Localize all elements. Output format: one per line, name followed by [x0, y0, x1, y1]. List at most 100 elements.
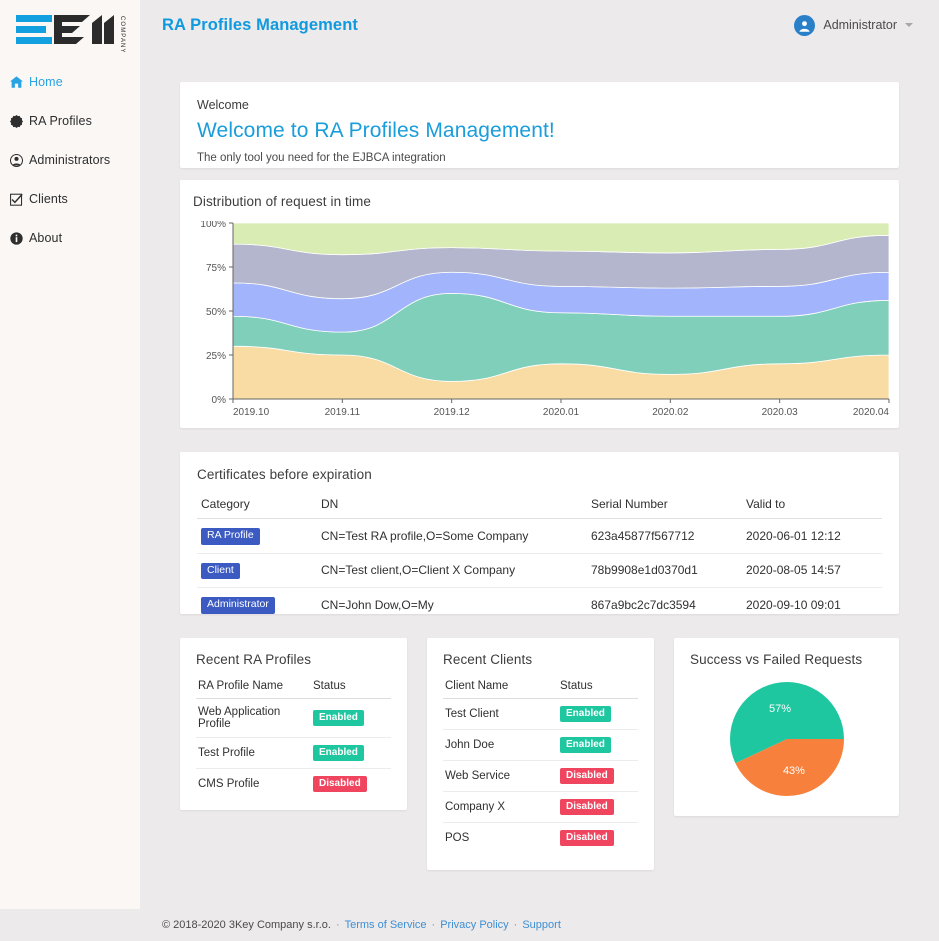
footer-link-terms-of-service[interactable]: Terms of Service [345, 919, 427, 931]
status-badge: RA Profile [201, 528, 260, 545]
success-vs-failed-card: Success vs Failed Requests 57% 43% [674, 638, 899, 816]
footer-link-support[interactable]: Support [522, 919, 561, 931]
sidebar-item-label: Clients [29, 192, 68, 206]
status-badge: Enabled [313, 710, 364, 726]
chevron-down-icon[interactable] [905, 23, 913, 27]
logo[interactable]: COMPANY [0, 0, 140, 56]
sidebar-item-label: RA Profiles [29, 114, 92, 128]
status-badge: Disabled [560, 830, 614, 846]
cell-name: CMS Profile [196, 769, 311, 800]
footer-separator: · [514, 919, 518, 931]
cell-name: Company X [443, 792, 558, 823]
sidebar-item-label: Administrators [29, 153, 110, 167]
y-axis-tick-label: 0% [212, 395, 227, 406]
table-row[interactable]: Client CN=Test client,O=Client X Company… [197, 553, 882, 588]
status-badge: Enabled [560, 737, 611, 753]
footer-separator: · [336, 919, 340, 931]
footer-copyright: © 2018-2020 3Key Company s.r.o. [162, 919, 331, 931]
cell-valid-to: 2020-08-05 14:57 [742, 553, 882, 588]
table-row[interactable]: Test Profile Enabled [196, 738, 391, 769]
pie-chart: 57% 43% [690, 677, 883, 801]
recent-clients-card: Recent Clients Client Name Status Test C… [427, 638, 654, 870]
status-badge: Disabled [560, 768, 614, 784]
sidebar-item-clients[interactable]: Clients [0, 187, 140, 211]
cell-serial-number: 867a9bc2c7dc3594 [587, 588, 742, 622]
footer-link-privacy-policy[interactable]: Privacy Policy [440, 919, 508, 931]
recent-ra-profiles-table: RA Profile Name Status Web Application P… [196, 675, 391, 799]
footer: © 2018-2020 3Key Company s.r.o. · Terms … [140, 909, 939, 941]
sidebar-item-about[interactable]: About [0, 226, 140, 250]
cell-status: Enabled [558, 730, 638, 761]
x-axis-tick-label: 2019.12 [434, 407, 471, 418]
table-header-row: Client Name Status [443, 675, 638, 699]
sidebar: COMPANY Home RA Profiles Admini [0, 0, 140, 909]
status-badge: Enabled [313, 745, 364, 761]
footer-separator: · [432, 919, 436, 931]
cell-status: Disabled [558, 792, 638, 823]
cell-category: Administrator [197, 588, 317, 622]
column-header-client-name: Client Name [443, 675, 558, 699]
sidebar-item-ra-profiles[interactable]: RA Profiles [0, 109, 140, 133]
cell-dn: CN=Test client,O=Client X Company [317, 553, 587, 588]
recent-clients-title: Recent Clients [443, 652, 638, 667]
cell-valid-to: 2020-09-10 09:01 [742, 588, 882, 622]
column-header-dn: DN [317, 491, 587, 519]
table-row[interactable]: CMS Profile Disabled [196, 769, 391, 800]
table-row[interactable]: POS Disabled [443, 823, 638, 854]
sidebar-item-home[interactable]: Home [0, 70, 140, 94]
cell-status: Disabled [558, 761, 638, 792]
cell-name: POS [443, 823, 558, 854]
pie-chart-svg: 57% 43% [725, 677, 849, 801]
cell-serial-number: 78b9908e1d0370d1 [587, 553, 742, 588]
recent-clients-table: Client Name Status Test Client Enabled J… [443, 675, 638, 853]
x-axis-tick-label: 2020.03 [762, 407, 799, 418]
table-row[interactable]: John Doe Enabled [443, 730, 638, 761]
sidebar-item-label: Home [29, 75, 63, 89]
status-badge: Disabled [560, 799, 614, 815]
pie-slice-label: 43% [782, 765, 804, 777]
avatar [794, 15, 815, 36]
table-header-row: Category DN Serial Number Valid to [197, 491, 882, 519]
page-title: RA Profiles Management [162, 16, 358, 35]
welcome-note: The only tool you need for the EJBCA int… [197, 152, 882, 164]
chart-title: Distribution of request in time [193, 194, 886, 209]
x-axis-tick-label: 2020.04 [853, 407, 890, 418]
pie-slice-label: 57% [769, 703, 791, 715]
table-row[interactable]: Administrator CN=John Dow,O=My 867a9bc2c… [197, 588, 882, 622]
column-header-valid-to: Valid to [742, 491, 882, 519]
certificates-card: Certificates before expiration Category … [180, 452, 899, 614]
sidebar-item-administrators[interactable]: Administrators [0, 148, 140, 172]
sidebar-footer-spacer [0, 909, 140, 941]
cell-valid-to: 2020-06-01 12:12 [742, 519, 882, 554]
pie-chart-title: Success vs Failed Requests [690, 652, 883, 667]
cell-status: Enabled [311, 699, 391, 738]
user-menu[interactable]: Administrator [794, 15, 913, 36]
distribution-chart-card: Distribution of request in time 0% 25% 50%… [180, 180, 899, 428]
recent-ra-profiles-title: Recent RA Profiles [196, 652, 391, 667]
welcome-eyebrow: Welcome [197, 98, 882, 112]
x-axis-tick-label: 2020.02 [652, 407, 689, 418]
table-row[interactable]: Web Service Disabled [443, 761, 638, 792]
status-badge: Administrator [201, 597, 275, 614]
certificates-title: Certificates before expiration [197, 467, 882, 482]
x-axis-tick-label: 2019.10 [233, 407, 270, 418]
recent-ra-profiles-card: Recent RA Profiles RA Profile Name Statu… [180, 638, 407, 810]
app-header: RA Profiles Management Administrator [140, 0, 939, 50]
table-row[interactable]: Company X Disabled [443, 792, 638, 823]
y-axis-tick-label: 50% [206, 307, 226, 318]
y-axis-tick-label: 100% [200, 221, 226, 230]
cell-category: Client [197, 553, 317, 588]
y-axis-tick-label: 75% [206, 263, 226, 274]
x-axis-tick-label: 2020.01 [543, 407, 580, 418]
y-axis-tick-label: 25% [206, 351, 226, 362]
table-row[interactable]: RA Profile CN=Test RA profile,O=Some Com… [197, 519, 882, 554]
check-square-icon [9, 192, 24, 206]
user-name: Administrator [823, 18, 897, 32]
cell-status: Disabled [311, 769, 391, 800]
table-row[interactable]: Test Client Enabled [443, 699, 638, 730]
welcome-card: Welcome Welcome to RA Profiles Managemen… [180, 82, 899, 168]
table-row[interactable]: Web Application Profile Enabled [196, 699, 391, 738]
column-header-category: Category [197, 491, 317, 519]
cell-name: John Doe [443, 730, 558, 761]
home-icon [9, 75, 24, 89]
